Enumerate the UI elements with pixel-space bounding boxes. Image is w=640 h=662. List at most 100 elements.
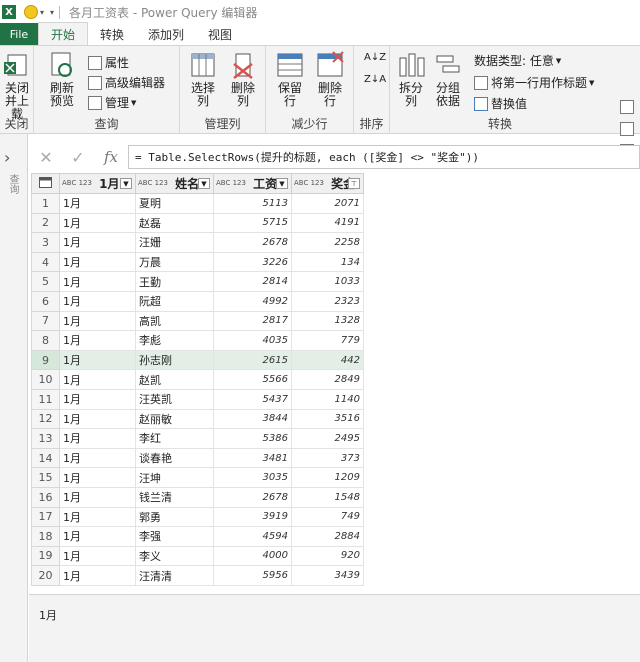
cell-month[interactable]: 1月 bbox=[59, 526, 136, 547]
row-number[interactable]: 15 bbox=[31, 467, 60, 488]
cell-month[interactable]: 1月 bbox=[59, 310, 136, 332]
filter-dropdown-icon[interactable]: ▼ bbox=[276, 178, 288, 189]
table-row[interactable]: 19 1月 李义 4000 920 bbox=[31, 545, 364, 567]
table-row[interactable]: 2 1月 赵磊 5715 4191 bbox=[31, 212, 364, 234]
row-number[interactable]: 19 bbox=[31, 545, 60, 567]
group-by-button[interactable]: 分组依据 bbox=[430, 50, 466, 108]
cell-month[interactable]: 1月 bbox=[59, 271, 136, 292]
smiley-feedback-icon[interactable] bbox=[24, 5, 38, 19]
combine-icon[interactable] bbox=[620, 100, 634, 114]
row-number[interactable]: 3 bbox=[31, 232, 60, 253]
keep-rows-button[interactable]: 保留行 bbox=[270, 50, 310, 108]
sort-descending-icon[interactable]: Z↓A bbox=[364, 74, 386, 85]
cell-month[interactable]: 1月 bbox=[59, 447, 136, 469]
cell-salary[interactable]: 3226 bbox=[213, 251, 292, 273]
cell-name[interactable]: 汪英凯 bbox=[135, 388, 214, 410]
cell-month[interactable]: 1月 bbox=[59, 212, 136, 234]
expand-chevron-icon[interactable]: › bbox=[4, 148, 10, 167]
cell-month[interactable]: 1月 bbox=[59, 251, 136, 273]
tab-view[interactable]: 视图 bbox=[196, 23, 244, 45]
parameters-icon[interactable] bbox=[620, 122, 634, 136]
cell-name[interactable]: 李彪 bbox=[135, 330, 214, 351]
row-number[interactable]: 11 bbox=[31, 388, 60, 410]
cell-name[interactable]: 李红 bbox=[135, 428, 214, 449]
cell-name[interactable]: 阮超 bbox=[135, 290, 214, 312]
cell-name[interactable]: 夏明 bbox=[135, 193, 214, 214]
cell-salary[interactable]: 4594 bbox=[213, 526, 292, 547]
tab-home[interactable]: 开始 bbox=[38, 22, 89, 45]
table-row[interactable]: 20 1月 汪清清 5956 3439 bbox=[31, 565, 364, 586]
filter-applied-icon[interactable]: ⊤ bbox=[348, 178, 360, 189]
table-row[interactable]: 11 1月 汪英凯 5437 1140 bbox=[31, 388, 364, 410]
cell-name[interactable]: 郭勇 bbox=[135, 506, 214, 528]
split-column-button[interactable]: 拆分列 bbox=[394, 50, 428, 108]
row-number[interactable]: 2 bbox=[31, 212, 60, 234]
cell-name[interactable]: 赵丽敏 bbox=[135, 408, 214, 430]
row-number[interactable]: 9 bbox=[31, 349, 60, 371]
cell-bonus[interactable]: 2323 bbox=[291, 290, 364, 312]
table-row[interactable]: 9 1月 孙志刚 2615 442 bbox=[31, 349, 364, 371]
cell-name[interactable]: 万晨 bbox=[135, 251, 214, 273]
cell-name[interactable]: 赵磊 bbox=[135, 212, 214, 234]
cell-month[interactable]: 1月 bbox=[59, 349, 136, 371]
dropdown-arrow-icon[interactable]: ▾ bbox=[40, 8, 44, 17]
properties-button[interactable]: 属性 bbox=[88, 54, 129, 71]
replace-values-button[interactable]: 替换值 bbox=[474, 95, 527, 112]
cell-salary[interactable]: 5437 bbox=[213, 388, 292, 410]
cell-salary[interactable]: 3481 bbox=[213, 447, 292, 469]
row-number[interactable]: 5 bbox=[31, 271, 60, 292]
table-row[interactable]: 7 1月 高凯 2817 1328 bbox=[31, 310, 364, 332]
cell-bonus[interactable]: 2849 bbox=[291, 369, 364, 390]
cell-bonus[interactable]: 1033 bbox=[291, 271, 364, 292]
cell-bonus[interactable]: 1209 bbox=[291, 467, 364, 488]
cell-salary[interactable]: 5715 bbox=[213, 212, 292, 234]
cell-bonus[interactable]: 2495 bbox=[291, 428, 364, 449]
cell-bonus[interactable]: 749 bbox=[291, 506, 364, 528]
row-number[interactable]: 13 bbox=[31, 428, 60, 449]
table-row[interactable]: 12 1月 赵丽敏 3844 3516 bbox=[31, 408, 364, 430]
table-row[interactable]: 3 1月 汪姗 2678 2258 bbox=[31, 232, 364, 253]
cell-name[interactable]: 汪坤 bbox=[135, 467, 214, 488]
cell-month[interactable]: 1月 bbox=[59, 290, 136, 312]
table-row[interactable]: 6 1月 阮超 4992 2323 bbox=[31, 290, 364, 312]
cell-bonus[interactable]: 3439 bbox=[291, 565, 364, 586]
tab-transform[interactable]: 转换 bbox=[88, 23, 136, 45]
cell-salary[interactable]: 3919 bbox=[213, 506, 292, 528]
cell-month[interactable]: 1月 bbox=[59, 408, 136, 430]
cell-bonus[interactable]: 1548 bbox=[291, 486, 364, 508]
formula-input[interactable]: = Table.SelectRows(提升的标题, each ([奖金] <> … bbox=[128, 145, 640, 169]
filter-dropdown-icon[interactable]: ▼ bbox=[120, 178, 132, 189]
cell-month[interactable]: 1月 bbox=[59, 506, 136, 528]
cell-month[interactable]: 1月 bbox=[59, 369, 136, 390]
cell-name[interactable]: 高凯 bbox=[135, 310, 214, 332]
row-number[interactable]: 7 bbox=[31, 310, 60, 332]
cell-month[interactable]: 1月 bbox=[59, 330, 136, 351]
cell-salary[interactable]: 4035 bbox=[213, 330, 292, 351]
cell-bonus[interactable]: 779 bbox=[291, 330, 364, 351]
queries-pane-collapsed[interactable]: › 查询 bbox=[0, 134, 28, 662]
row-number[interactable]: 12 bbox=[31, 408, 60, 430]
cell-bonus[interactable]: 442 bbox=[291, 349, 364, 371]
cell-salary[interactable]: 5113 bbox=[213, 193, 292, 214]
cell-bonus[interactable]: 920 bbox=[291, 545, 364, 567]
row-number[interactable]: 10 bbox=[31, 369, 60, 390]
cell-salary[interactable]: 2817 bbox=[213, 310, 292, 332]
cell-salary[interactable]: 5386 bbox=[213, 428, 292, 449]
table-row[interactable]: 17 1月 郭勇 3919 749 bbox=[31, 506, 364, 528]
confirm-check-icon[interactable]: ✓ bbox=[62, 148, 94, 167]
cell-month[interactable]: 1月 bbox=[59, 486, 136, 508]
cell-bonus[interactable]: 1328 bbox=[291, 310, 364, 332]
remove-columns-button[interactable]: 删除列 bbox=[224, 50, 262, 108]
table-row[interactable]: 8 1月 李彪 4035 779 bbox=[31, 330, 364, 351]
type-any-icon[interactable]: ABC 123 bbox=[294, 180, 324, 187]
column-header[interactable]: ABC 123 奖金 ⊤ bbox=[291, 173, 364, 194]
cell-salary[interactable]: 4000 bbox=[213, 545, 292, 567]
cell-month[interactable]: 1月 bbox=[59, 545, 136, 567]
cell-bonus[interactable]: 2071 bbox=[291, 193, 364, 214]
cell-bonus[interactable]: 134 bbox=[291, 251, 364, 273]
cell-salary[interactable]: 2678 bbox=[213, 486, 292, 508]
cell-name[interactable]: 钱兰清 bbox=[135, 486, 214, 508]
type-any-icon[interactable]: ABC 123 bbox=[138, 180, 168, 187]
refresh-preview-button[interactable]: 刷新预览 bbox=[42, 50, 82, 108]
row-number[interactable]: 8 bbox=[31, 330, 60, 351]
